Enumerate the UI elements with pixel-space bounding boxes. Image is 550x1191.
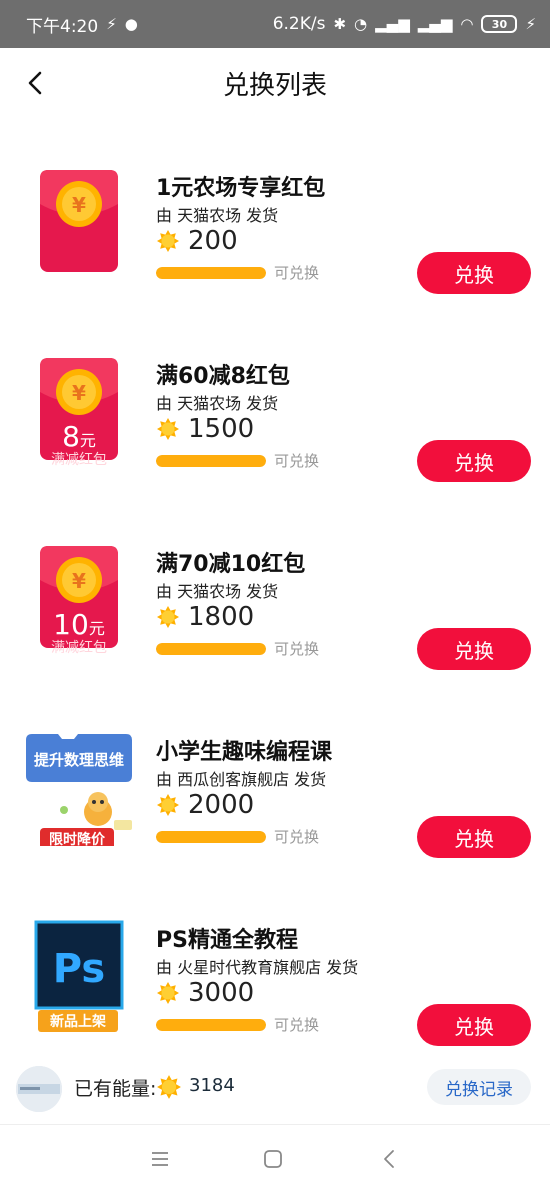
red-packet-unit: 元 — [89, 619, 105, 638]
status-time: 下午4:20 — [26, 16, 99, 37]
status-bar: 下午4:20 ⚡ ● 6.2K/s ✱ ◔ ▂▄▆ ▂▄▆ ◠ 30 ⚡ — [0, 0, 550, 48]
signal-icon: ▂▄▆ — [417, 14, 453, 33]
energy-footer: 已有能量: 3184 兑换记录 — [0, 1058, 550, 1118]
nav-bar: 兑换列表 — [0, 48, 550, 118]
exchange-item: 提升数理思维 限时降价 小学生趣味编程课 由 西瓜创客旗舰店 发货 2000 可… — [0, 714, 550, 864]
lightning-icon: ⚡ — [106, 14, 117, 33]
item-status: 可兑换 — [274, 452, 320, 470]
red-packet-subtitle: 满减红包 — [51, 452, 107, 468]
system-nav-bar — [0, 1124, 550, 1191]
energy-coin-icon — [156, 229, 180, 253]
exchange-button[interactable]: 兑换 — [417, 816, 531, 858]
charging-icon: ⚡ — [525, 14, 536, 33]
item-status: 可兑换 — [274, 828, 320, 846]
exchange-item: ¥ 8元 满减红包 满60减8红包 由 天猫农场 发货 1500 可兑换 兑换 — [0, 338, 550, 488]
progress-bar — [156, 643, 266, 655]
item-price: 1500 — [156, 414, 254, 444]
item-price: 2000 — [156, 790, 254, 820]
svg-text:¥: ¥ — [72, 569, 86, 593]
exchange-item: ¥ 10元 满减红包 满70减10红包 由 天猫农场 发货 1800 可兑换 兑… — [0, 526, 550, 676]
exchange-button[interactable]: 兑换 — [417, 1004, 531, 1046]
back-icon[interactable] — [376, 1145, 404, 1173]
alarm-icon: ◔ — [354, 14, 368, 33]
exchange-record-button[interactable]: 兑换记录 — [427, 1069, 531, 1105]
exchange-button[interactable]: 兑换 — [417, 252, 531, 294]
page-title: 兑换列表 — [222, 70, 327, 101]
energy-coin-icon — [156, 793, 180, 817]
energy-coin-icon — [156, 981, 180, 1005]
course-title: 提升数理思维 — [34, 751, 124, 769]
item-seller: 由 天猫农场 发货 — [156, 582, 279, 601]
item-price: 200 — [156, 226, 238, 256]
energy-coin-icon — [156, 1074, 182, 1100]
exchange-item: ¥ 1元农场专享红包 由 天猫农场 发货 200 可兑换 兑换 — [0, 150, 550, 300]
battery-icon: 30 — [481, 15, 518, 33]
energy-value: 3184 — [189, 1075, 235, 1096]
item-status: 可兑换 — [274, 640, 320, 658]
price-value: 2000 — [188, 790, 255, 820]
signal-icon: ▂▄▆ — [375, 14, 410, 33]
ps-logo: Ps — [53, 946, 105, 992]
energy-coin-icon — [156, 605, 180, 629]
course-badge: 限时降价 — [49, 831, 106, 846]
red-packet-image: ¥ — [40, 170, 118, 272]
progress-bar — [156, 1019, 266, 1031]
item-seller: 由 天猫农场 发货 — [156, 394, 279, 413]
item-price: 1800 — [156, 602, 254, 632]
red-packet-amount: 8 — [62, 420, 80, 453]
item-name: 1元农场专享红包 — [156, 176, 326, 201]
red-packet-amount: 10 — [53, 608, 89, 641]
energy-label: 已有能量: — [74, 1078, 157, 1100]
price-value: 200 — [188, 226, 238, 256]
exchange-button[interactable]: 兑换 — [417, 628, 531, 670]
wechat-icon: ● — [124, 14, 138, 33]
svg-text:¥: ¥ — [72, 193, 86, 217]
item-name: 小学生趣味编程课 — [156, 740, 333, 765]
progress-bar — [156, 455, 266, 467]
back-icon[interactable] — [20, 66, 52, 100]
avatar[interactable] — [16, 1066, 62, 1112]
menu-icon[interactable] — [146, 1145, 174, 1173]
ps-badge: 新品上架 — [50, 1013, 106, 1030]
item-name: 满70减10红包 — [156, 552, 306, 577]
red-packet-subtitle: 满减红包 — [51, 640, 107, 656]
home-icon[interactable] — [259, 1145, 287, 1173]
progress-bar — [156, 267, 266, 279]
price-value: 1800 — [188, 602, 255, 632]
red-packet-unit: 元 — [80, 431, 96, 450]
energy-coin-icon — [156, 417, 180, 441]
price-value: 1500 — [188, 414, 255, 444]
item-price: 3000 — [156, 978, 254, 1008]
price-value: 3000 — [188, 978, 255, 1008]
red-packet-image: ¥ 8元 满减红包 — [40, 358, 118, 468]
item-status: 可兑换 — [274, 1016, 320, 1034]
red-packet-image: ¥ 10元 满减红包 — [40, 546, 118, 656]
item-name: PS精通全教程 — [156, 928, 298, 953]
photoshop-image: Ps 新品上架 — [34, 920, 124, 1032]
svg-text:¥: ¥ — [72, 381, 86, 405]
wifi-icon: ◠ — [460, 14, 474, 33]
bluetooth-icon: ✱ — [333, 14, 347, 33]
network-speed: 6.2K/s — [272, 14, 326, 34]
course-image: 提升数理思维 限时降价 — [22, 732, 136, 846]
progress-bar — [156, 831, 266, 843]
exchange-button[interactable]: 兑换 — [417, 440, 531, 482]
item-seller: 由 火星时代教育旗舰店 发货 — [156, 958, 359, 977]
item-status: 可兑换 — [274, 264, 320, 282]
exchange-item: Ps 新品上架 PS精通全教程 由 火星时代教育旗舰店 发货 3000 可兑换 … — [0, 902, 550, 1052]
item-seller: 由 天猫农场 发货 — [156, 206, 279, 225]
item-seller: 由 西瓜创客旗舰店 发货 — [156, 770, 327, 789]
item-name: 满60减8红包 — [156, 364, 290, 389]
